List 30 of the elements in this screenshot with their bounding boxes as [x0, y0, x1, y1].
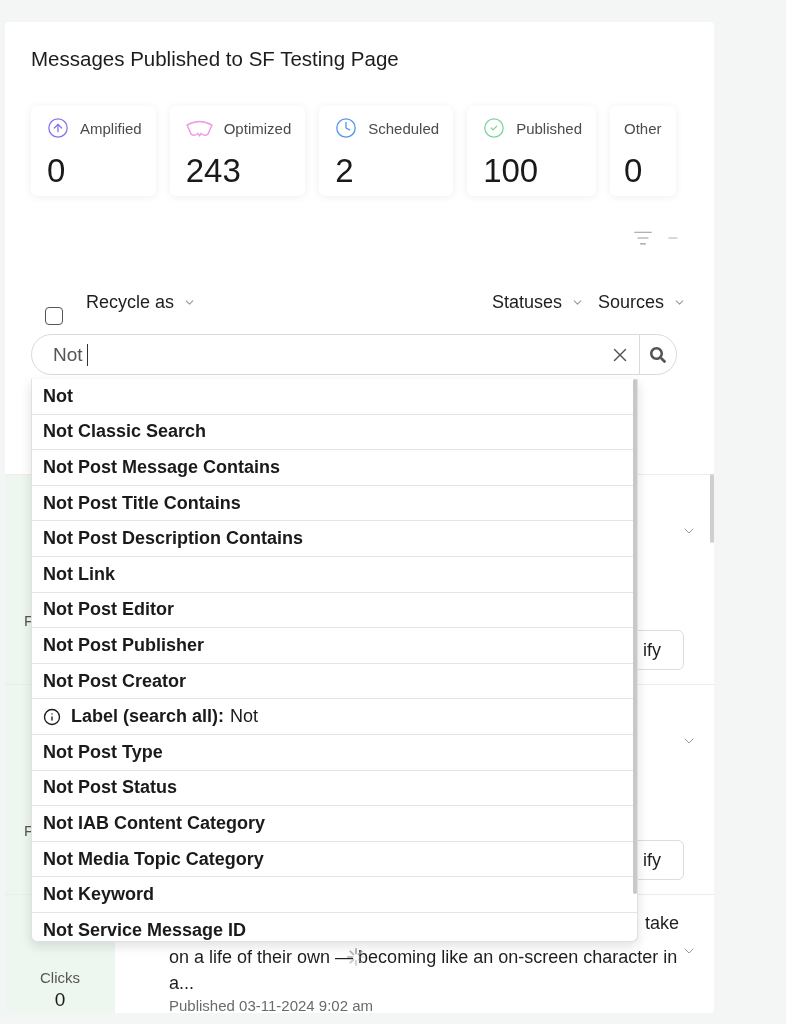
message-text: on a life of their own — becoming like an on-screen character in a... [169, 945, 679, 995]
stat-label: Scheduled [368, 119, 440, 137]
stat-value: 2 [335, 152, 355, 190]
published-date: Published 03-11-2024 9:02 am [169, 996, 375, 1013]
stat-label: Published [516, 119, 583, 137]
stat-label: Other [624, 119, 662, 137]
select-all-checkbox[interactable] [45, 307, 63, 325]
metric-label: Clicks [40, 969, 80, 987]
clock-icon [335, 117, 358, 139]
filter-menu[interactable]: Statuses [491, 291, 584, 313]
scrollbar-thumb[interactable] [633, 379, 637, 894]
stat-value: 243 [185, 152, 242, 190]
panel-title: Messages Published to SF Testing Page [31, 47, 400, 71]
stat-label: Optimized [223, 119, 292, 137]
stat-value: 0 [47, 152, 67, 190]
suggestion-item[interactable]: Not Keyword [32, 877, 637, 913]
recycle-as-menu[interactable]: Recycle as [86, 291, 197, 313]
scrollbar-thumb[interactable] [710, 474, 714, 543]
stat-value: 100 [483, 152, 540, 190]
mask-icon [185, 119, 213, 137]
filter-menu[interactable]: Sources [597, 291, 686, 313]
arrow-up-circle-icon [47, 117, 69, 139]
search-input[interactable]: Not [53, 335, 609, 374]
search-icon [650, 346, 666, 363]
info-icon [43, 707, 61, 726]
stat-label: Amplified [80, 119, 142, 137]
metric-value: 0 [54, 989, 66, 1011]
check-circle-icon [483, 117, 506, 139]
message-text-end: take [644, 912, 679, 935]
stat-value: 0 [624, 152, 644, 190]
